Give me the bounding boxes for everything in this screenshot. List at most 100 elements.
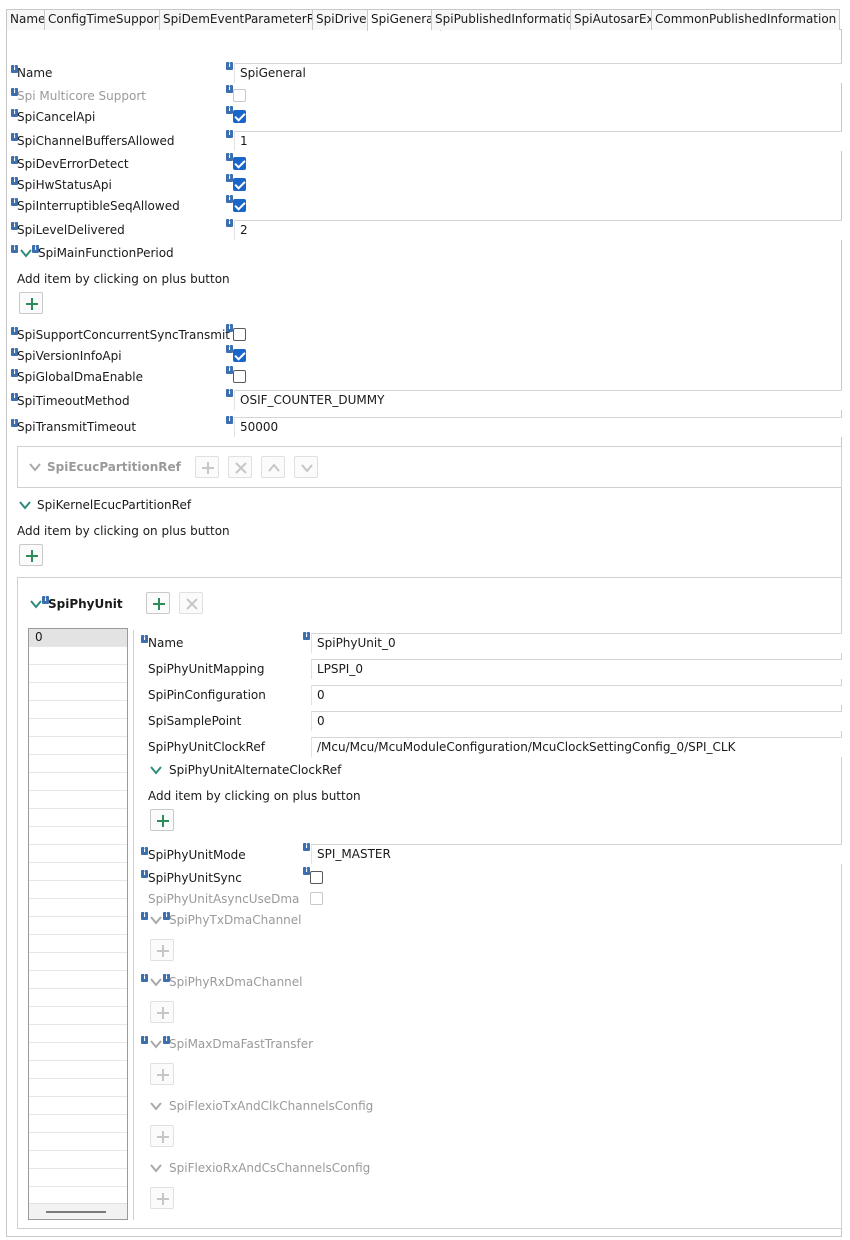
move-down-button[interactable]: [294, 456, 318, 478]
tab-name[interactable]: Name: [6, 9, 50, 30]
timeout-method-field[interactable]: OSIF_COUNTER_DUMMY: [234, 390, 842, 410]
alternate-clock-ref-label: SpiPhyUnitAlternateClockRef: [169, 763, 342, 777]
info-icon: i: [11, 245, 18, 253]
horizontal-scrollbar[interactable]: [29, 1203, 127, 1219]
add-ecuc-partition-button[interactable]: [195, 456, 219, 478]
transmit-timeout-field[interactable]: 50000: [234, 417, 842, 437]
info-icon: i: [226, 416, 233, 424]
remove-phy-unit-button[interactable]: [179, 592, 203, 614]
list-item-empty: [29, 683, 127, 701]
chevron-down-icon[interactable]: [20, 248, 32, 258]
info-icon: i: [226, 195, 233, 203]
async-use-dma-checkbox[interactable]: [310, 892, 323, 905]
chevron-down-icon[interactable]: [150, 1101, 162, 1111]
list-item[interactable]: 0: [29, 629, 127, 647]
tab-spi-dem-event-parameter-refs[interactable]: SpiDemEventParameterRefs: [159, 9, 337, 30]
add-flexio-rx-button[interactable]: [150, 1187, 174, 1209]
add-kernel-ecuc-partition-button[interactable]: [19, 544, 43, 566]
hw-status-api-label: SpiHwStatusApi: [17, 178, 112, 192]
chevron-up-icon: [268, 463, 280, 472]
tab-spi-general[interactable]: SpiGeneral: [367, 9, 441, 31]
add-item-hint: Add item by clicking on plus button: [17, 524, 230, 538]
dev-error-detect-checkbox[interactable]: [233, 157, 246, 170]
add-phy-unit-button[interactable]: [146, 592, 170, 614]
list-item-empty: [29, 1043, 127, 1061]
flexio-rx-cs-label: SpiFlexioRxAndCsChannelsConfig: [169, 1161, 371, 1175]
chevron-down-icon[interactable]: [29, 462, 41, 472]
rx-dma-channel-label: SpiPhyRxDmaChannel: [169, 975, 303, 989]
add-item-hint: Add item by clicking on plus button: [17, 272, 230, 286]
cancel-api-checkbox[interactable]: [233, 110, 246, 123]
scrollbar-thumb[interactable]: [46, 1211, 106, 1213]
tab-spi-driver[interactable]: SpiDriver: [312, 9, 376, 30]
list-item-empty: [29, 665, 127, 683]
chevron-down-icon[interactable]: [30, 599, 42, 609]
pin-configuration-field[interactable]: 0: [311, 685, 842, 705]
list-item-empty: [29, 863, 127, 881]
list-item-empty: [29, 809, 127, 827]
plus-icon: [157, 1069, 169, 1081]
name-label: Name: [17, 66, 53, 80]
phy-unit-mode-label: SpiPhyUnitMode: [148, 848, 246, 862]
tab-common-published-information[interactable]: CommonPublishedInformation: [651, 9, 841, 30]
plus-icon: [202, 462, 214, 474]
add-main-function-period-button[interactable]: [19, 292, 43, 314]
phy-unit-mode-field[interactable]: SPI_MASTER: [311, 844, 842, 864]
sample-point-field[interactable]: 0: [311, 711, 842, 731]
chevron-down-icon[interactable]: [19, 500, 31, 510]
info-icon: i: [303, 632, 310, 640]
kernel-ecuc-partition-label: SpiKernelEcucPartitionRef: [37, 498, 192, 512]
async-use-dma-label: SpiPhyUnitAsyncUseDma: [148, 892, 300, 906]
level-delivered-label: SpiLevelDelivered: [17, 223, 125, 237]
info-icon: i: [226, 174, 233, 182]
add-rx-dma-button[interactable]: [150, 1001, 174, 1023]
phy-unit-mapping-field[interactable]: LPSPI_0: [311, 659, 842, 679]
phy-unit-list[interactable]: 0: [28, 628, 128, 1220]
chevron-down-icon[interactable]: [150, 915, 162, 925]
global-dma-enable-checkbox[interactable]: [233, 370, 246, 383]
level-delivered-field[interactable]: 2: [234, 220, 842, 240]
tab-spi-autosar-ext[interactable]: SpiAutosarExt: [570, 9, 663, 30]
chevron-down-icon[interactable]: [150, 977, 162, 987]
version-info-api-checkbox[interactable]: [233, 349, 246, 362]
interruptible-seq-checkbox[interactable]: [233, 199, 246, 212]
add-alternate-clock-button[interactable]: [150, 809, 174, 831]
interruptible-seq-label: SpiInterruptibleSeqAllowed: [17, 199, 180, 213]
list-item-empty: [29, 1133, 127, 1151]
add-tx-dma-button[interactable]: [150, 939, 174, 961]
info-icon: i: [141, 1036, 148, 1044]
support-concurrent-label: SpiSupportConcurrentSyncTransmit: [17, 328, 230, 342]
phy-name-field[interactable]: SpiPhyUnit_0: [311, 633, 842, 653]
list-item-empty: [29, 773, 127, 791]
phy-unit-sync-checkbox[interactable]: [310, 871, 323, 884]
list-item-empty: [29, 1151, 127, 1169]
list-item-empty: [29, 1115, 127, 1133]
max-dma-fast-transfer-label: SpiMaxDmaFastTransfer: [169, 1037, 314, 1051]
add-flexio-tx-button[interactable]: [150, 1125, 174, 1147]
hw-status-api-checkbox[interactable]: [233, 178, 246, 191]
info-icon: i: [141, 912, 148, 920]
add-max-dma-button[interactable]: [150, 1063, 174, 1085]
version-info-api-label: SpiVersionInfoApi: [17, 349, 122, 363]
list-item-empty: [29, 899, 127, 917]
support-concurrent-checkbox[interactable]: [233, 328, 246, 341]
channel-buffers-field[interactable]: 1: [234, 131, 842, 151]
chevron-down-icon[interactable]: [150, 1039, 162, 1049]
name-field[interactable]: SpiGeneral: [234, 63, 842, 83]
cancel-api-label: SpiCancelApi: [17, 110, 96, 124]
info-icon: i: [226, 106, 233, 114]
splitter[interactable]: [133, 630, 134, 1220]
transmit-timeout-label: SpiTransmitTimeout: [17, 420, 137, 434]
info-icon: i: [226, 389, 233, 397]
multicore-support-checkbox[interactable]: [233, 89, 246, 102]
multicore-support-label: Spi Multicore Support: [17, 89, 146, 103]
tab-spi-published-information[interactable]: SpiPublishedInformation: [431, 9, 585, 30]
remove-ecuc-partition-button[interactable]: [228, 456, 252, 478]
tab-config-time-support[interactable]: ConfigTimeSupport: [44, 9, 168, 30]
move-up-button[interactable]: [261, 456, 285, 478]
list-item-empty: [29, 917, 127, 935]
chevron-down-icon[interactable]: [150, 1163, 162, 1173]
add-item-hint: Add item by clicking on plus button: [148, 789, 361, 803]
chevron-down-icon[interactable]: [150, 765, 162, 775]
phy-unit-clock-ref-field[interactable]: /Mcu/Mcu/McuModuleConfiguration/McuClock…: [311, 737, 842, 757]
